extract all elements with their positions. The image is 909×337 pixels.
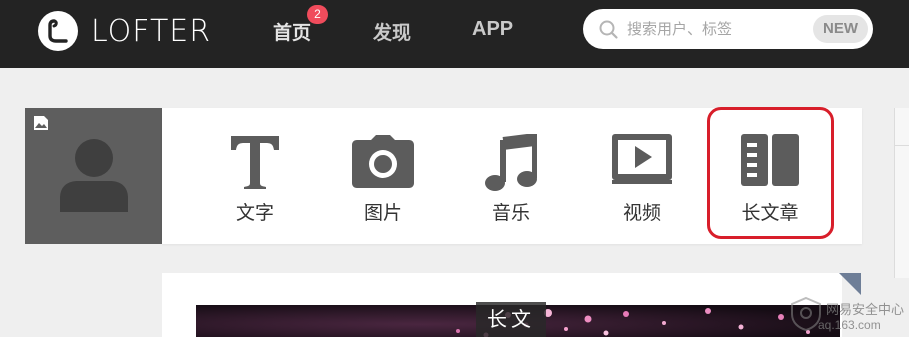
video-icon xyxy=(612,134,672,188)
top-navbar: LOFTER 首页 2 发现 APP NEW xyxy=(0,0,909,68)
lofter-logo[interactable]: LOFTER xyxy=(38,11,211,51)
broken-image-icon xyxy=(33,115,49,135)
long-article-icon xyxy=(741,134,799,190)
search-icon[interactable] xyxy=(599,20,619,44)
publish-music-label: 音乐 xyxy=(491,202,530,224)
publish-video-label: 视频 xyxy=(622,202,661,224)
watermark-title: 网易安全中心 xyxy=(826,303,905,318)
publish-photo-label: 图片 xyxy=(363,202,402,224)
publish-text-button[interactable]: 文字 xyxy=(210,108,300,244)
text-icon xyxy=(227,134,283,194)
publish-photo-button[interactable]: 图片 xyxy=(338,108,428,244)
music-icon xyxy=(485,132,538,196)
lofter-logo-icon xyxy=(38,11,78,51)
cover-tag: 长文 xyxy=(476,302,546,337)
avatar[interactable] xyxy=(25,108,162,244)
nav-app[interactable]: APP xyxy=(472,18,513,41)
user-avatar-icon xyxy=(58,138,130,216)
brand-name: LOFTER xyxy=(91,13,212,49)
publish-text-label: 文字 xyxy=(235,202,274,224)
publish-music-button[interactable]: 音乐 xyxy=(466,108,556,244)
camera-icon xyxy=(351,134,415,194)
publish-video-button[interactable]: 视频 xyxy=(597,108,687,244)
search-input[interactable] xyxy=(627,18,807,40)
publish-toolbar: 文字 图片 音乐 视频 长文章 xyxy=(162,108,862,244)
side-panel xyxy=(894,108,909,278)
watermark-url: aq.163.com xyxy=(818,318,881,332)
publish-long-article-label: 长文章 xyxy=(741,202,799,224)
divider xyxy=(895,145,909,146)
nav-discover[interactable]: 发现 xyxy=(373,18,411,45)
search-box: NEW xyxy=(583,9,873,49)
nav-home[interactable]: 首页 xyxy=(273,18,311,45)
notification-badge: 2 xyxy=(307,5,328,24)
publish-long-article-button[interactable]: 长文章 xyxy=(725,108,815,244)
new-button[interactable]: NEW xyxy=(813,15,868,43)
card-fold-corner xyxy=(839,273,861,295)
